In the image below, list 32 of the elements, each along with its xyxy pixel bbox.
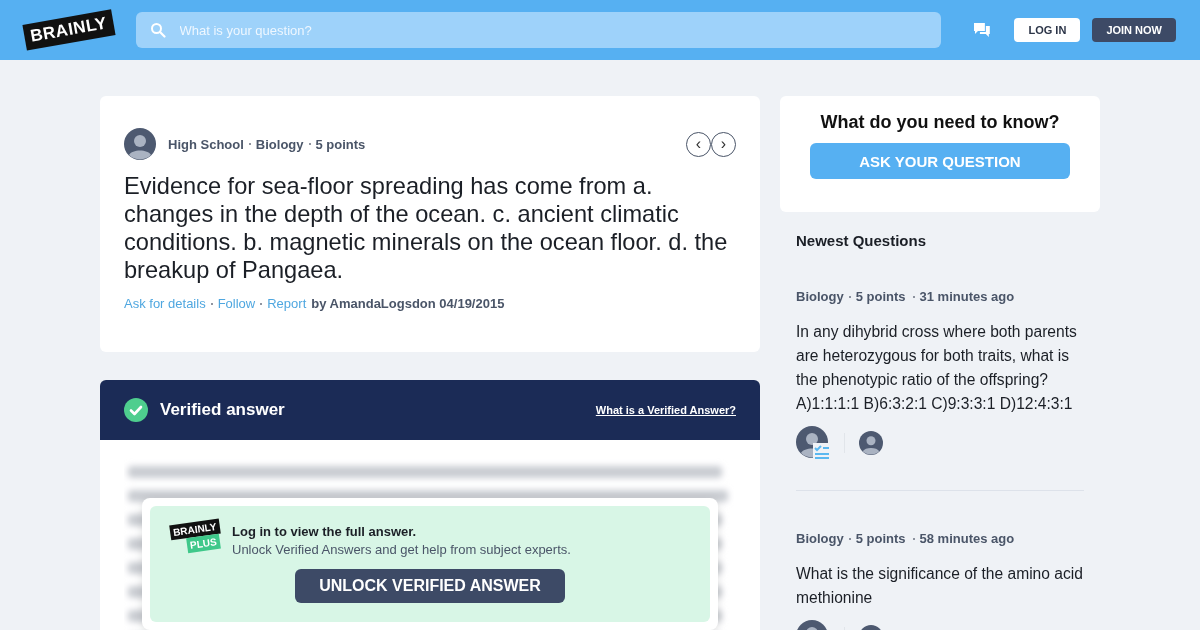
subject-text: Biology — [796, 289, 844, 304]
question-link[interactable]: What is the significance of the amino acid methionine — [796, 562, 1084, 610]
meta-text: 5 points — [315, 136, 366, 152]
search-input[interactable]: What is your question? — [177, 21, 927, 39]
time-text: 31 minutes ago — [919, 289, 1015, 304]
meta-text: Biology — [255, 136, 304, 152]
check-icon — [124, 398, 148, 422]
avatar-icon — [124, 128, 156, 160]
join-button[interactable]: JOIN NOW — [1092, 18, 1176, 42]
question-link[interactable]: In any dihybrid cross where both parents are heterozygous for both traits, what is the phenotypic ratio of the offspring? A)1:1:1:1 B)6:3:2:1 C)9:3:3:1 D)12:4:3:1 — [796, 320, 1084, 416]
points-text: 5 points — [855, 289, 906, 304]
chat-icon[interactable] — [972, 22, 991, 38]
promo-subtitle: Unlock Verified Answers and get help from subject experts. — [232, 542, 571, 557]
points-text: 5 points — [855, 531, 906, 546]
search-field[interactable]: What is your question? — [135, 12, 941, 48]
next-button[interactable]: › — [711, 131, 736, 157]
section-title: Newest Questions — [796, 232, 928, 249]
logo[interactable]: BRAINLY — [22, 9, 116, 51]
avatar-icon — [859, 431, 883, 455]
promo-title: Log in to view the full answer. — [232, 524, 418, 539]
author-line: by AmandaLogsdon 04/19/2015 — [311, 296, 505, 311]
answer-title: Verified answer — [160, 400, 286, 420]
subject-text: Biology — [796, 531, 844, 546]
question-text: Evidence for sea-floor spreading has come from a. changes in the depth of the ocean. c. ancient climatic conditions. b. magnetic minerals on the ocean floor. d. the breakup of Pangaea. — [124, 172, 729, 284]
meta-text: High School — [168, 136, 244, 152]
unlock-button[interactable]: UNLOCK VERIFIED ANSWER — [295, 569, 565, 603]
previous-button[interactable]: ‹ — [686, 131, 711, 157]
time-text: 58 minutes ago — [919, 531, 1015, 546]
help-link[interactable]: What is a Verified Answer? — [595, 404, 736, 416]
login-button[interactable]: LOG IN — [1014, 18, 1081, 42]
ask-title: What do you need to know? — [819, 112, 1061, 133]
search-icon — [149, 22, 166, 38]
